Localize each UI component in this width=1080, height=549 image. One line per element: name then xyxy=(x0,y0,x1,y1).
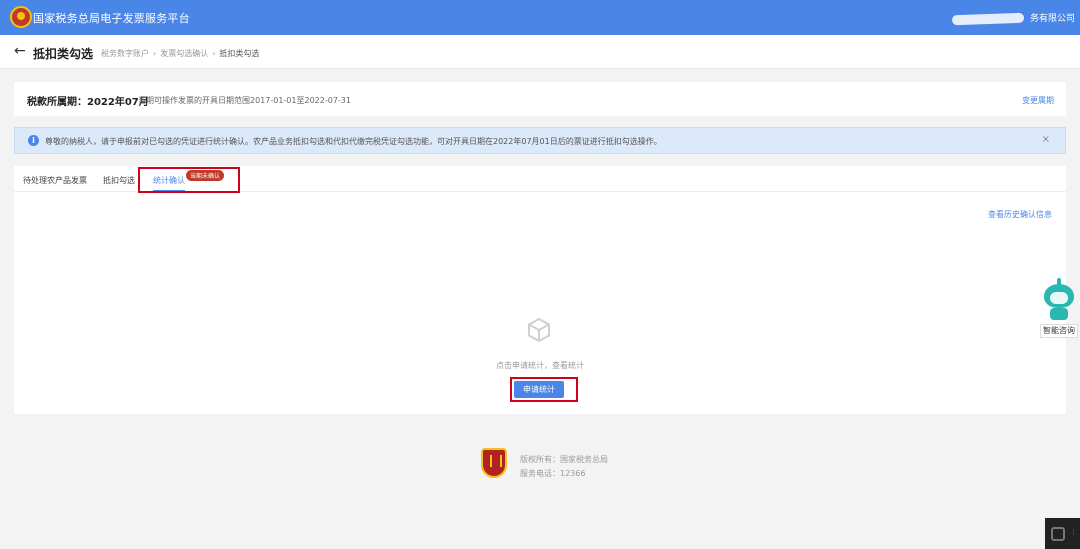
breadcrumb-item-current: 抵扣类勾选 xyxy=(219,49,260,58)
redacted-user-name xyxy=(951,12,1025,26)
company-name[interactable]: 务有限公司 xyxy=(1030,11,1075,24)
breadcrumb-separator-icon: › xyxy=(153,49,157,58)
info-notice-banner: i 尊敬的纳税人，请于申报前对已勾选的凭证进行统计确认。农产品业务抵扣勾选和代扣… xyxy=(14,127,1066,154)
breadcrumb: 税务数字账户 › 发票勾选确认 › 抵扣类勾选 xyxy=(101,48,259,59)
tab-pending-agricultural-invoices[interactable]: 待处理农产品发票 xyxy=(23,175,87,186)
robot-face-icon xyxy=(1050,292,1068,304)
button-highlight-box xyxy=(510,377,578,402)
widget-more-icon: ⋮ xyxy=(1070,528,1077,536)
footer-copyright: 版权所有：国家税务总局 xyxy=(520,455,608,464)
smart-consult-label[interactable]: 智能咨询 xyxy=(1040,324,1078,338)
tax-period-date-range: 当期可操作发票的开具日期范围2017-01-01至2022-07-31 xyxy=(138,96,351,105)
tax-bureau-emblem-icon xyxy=(481,448,507,478)
page-subheader: ← 抵扣类勾选 税务数字账户 › 发票勾选确认 › 抵扣类勾选 xyxy=(0,35,1080,69)
tax-period-label: 税款所属期：2022年07月 xyxy=(27,97,149,108)
info-icon: i xyxy=(28,135,39,146)
top-header-bar: 国家税务总局电子发票服务平台 务有限公司 xyxy=(0,0,1080,35)
breadcrumb-item-account[interactable]: 税务数字账户 xyxy=(101,49,149,58)
tab-deduction-selection[interactable]: 抵扣勾选 xyxy=(103,175,135,186)
back-arrow-icon[interactable]: ← xyxy=(14,43,26,59)
main-content-card: 待处理农产品发票 抵扣勾选 统计确认 当期未确认 查看历史确认信息 点击申请统计… xyxy=(14,166,1066,414)
breadcrumb-separator-icon: › xyxy=(212,49,216,58)
tax-period-card: 税款所属期：2022年07月 当期可操作发票的开具日期范围2017-01-01至… xyxy=(14,82,1066,116)
view-history-link[interactable]: 查看历史确认信息 xyxy=(988,209,1052,220)
empty-state-text: 点击申请统计，查看统计 xyxy=(496,361,584,370)
corner-floating-widget[interactable]: ⋮ xyxy=(1045,518,1080,549)
footer-phone: 服务电话：12366 xyxy=(520,469,586,478)
page-title: 抵扣类勾选 xyxy=(33,47,94,61)
change-period-link[interactable]: 变更属期 xyxy=(1022,95,1054,106)
tax-emblem-logo-icon xyxy=(10,6,32,28)
tab-bar: 待处理农产品发票 抵扣勾选 统计确认 当期未确认 xyxy=(14,166,1066,193)
platform-title: 国家税务总局电子发票服务平台 xyxy=(33,12,190,25)
empty-box-icon xyxy=(528,317,550,343)
robot-body-icon xyxy=(1050,308,1068,320)
breadcrumb-item-confirm[interactable]: 发票勾选确认 xyxy=(160,49,208,58)
notice-text: 尊敬的纳税人，请于申报前对已勾选的凭证进行统计确认。农产品业务抵扣勾选和代扣代缴… xyxy=(45,137,662,146)
smart-consult-assistant[interactable]: 智能咨询 xyxy=(1040,278,1078,338)
close-icon[interactable]: × xyxy=(1042,134,1050,145)
tab-highlight-box xyxy=(138,167,240,193)
widget-square-icon xyxy=(1051,527,1065,541)
